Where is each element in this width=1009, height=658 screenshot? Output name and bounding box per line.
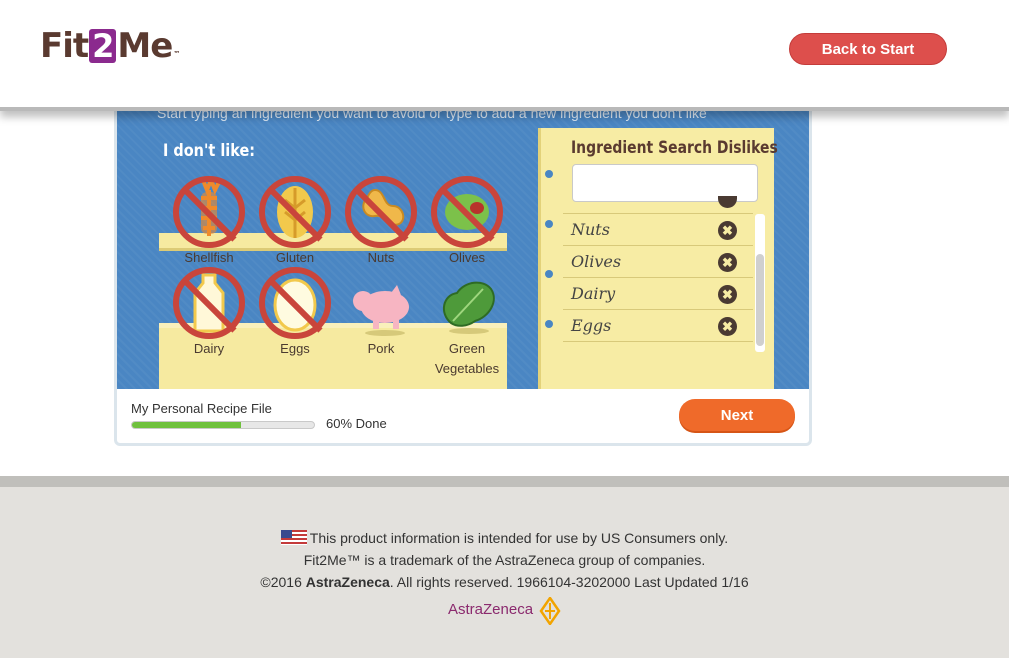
food-label: Dairy [193, 341, 225, 356]
food-green-vegetables[interactable]: Green Vegetables [427, 267, 507, 379]
remove-icon[interactable]: ✖ [718, 221, 737, 240]
progress-bar [131, 421, 315, 429]
food-label: Olives [448, 250, 486, 265]
progress-fill [132, 422, 242, 428]
notepad-title: Ingredient Search Dislikes [571, 138, 778, 158]
site-header: Fit 2 Me ™ Back to Start [0, 0, 1009, 111]
food-olives[interactable]: Olives [427, 176, 507, 268]
remove-icon[interactable]: ✖ [718, 285, 737, 304]
list-scrollbar[interactable] [755, 214, 765, 352]
dislikes-list: Nuts ✖ Olives ✖ Dairy ✖ Eggs ✖ [563, 214, 753, 342]
recipe-card: Start typing an ingredient you want to a… [114, 100, 812, 446]
logo-text-two: 2 [89, 29, 117, 63]
notepad-hole [545, 320, 553, 328]
logo-tm: ™ [173, 50, 180, 58]
pig-icon [353, 285, 409, 336]
greens-icon [442, 281, 495, 334]
food-shellfish[interactable]: Shellfish [169, 174, 249, 268]
copyright-brand: AstraZeneca [305, 574, 390, 590]
food-label: Gluten [275, 250, 315, 265]
notepad-hole [545, 170, 553, 178]
footer-us-notice: This product information is intended for… [0, 530, 1009, 546]
food-nuts[interactable]: Nuts [341, 176, 421, 268]
list-item-label: Nuts [571, 220, 610, 239]
list-item: Olives ✖ [563, 246, 753, 278]
food-label: Eggs [280, 341, 310, 356]
list-item: Eggs ✖ [563, 310, 753, 342]
site-footer: This product information is intended for… [0, 487, 1009, 658]
list-item-partial [563, 196, 753, 214]
copyright-suffix: . All rights reserved. 1966104-3202000 L… [389, 574, 749, 590]
no-sign-icon [173, 176, 245, 248]
remove-icon[interactable]: ✖ [718, 253, 737, 272]
back-to-start-button[interactable]: Back to Start [789, 33, 947, 65]
scrollbar-thumb[interactable] [756, 254, 764, 346]
fit2me-logo[interactable]: Fit 2 Me ™ [40, 26, 180, 66]
list-item: Dairy ✖ [563, 278, 753, 310]
food-gluten[interactable]: Gluten [255, 176, 335, 268]
remove-icon[interactable]: ✖ [718, 317, 737, 336]
progress-percent-text: 60% Done [326, 416, 387, 431]
notepad-hole [545, 220, 553, 228]
food-pork[interactable]: Pork [341, 267, 421, 359]
food-dairy[interactable]: Dairy [169, 267, 249, 359]
food-label: Shellfish [184, 250, 234, 265]
progress-label: My Personal Recipe File [131, 401, 272, 416]
no-sign-icon [259, 176, 331, 248]
logo-text-fit: Fit [40, 26, 89, 66]
footer-line-1: This product information is intended for… [309, 530, 729, 546]
us-flag-icon [280, 530, 307, 545]
no-sign-icon [345, 176, 417, 248]
copyright-prefix: ©2016 [260, 574, 306, 590]
food-label: Green Vegetables [434, 341, 500, 376]
footer-copyright: ©2016 AstraZeneca. All rights reserved. … [0, 574, 1009, 590]
food-label: Nuts [367, 250, 395, 265]
footer-line-2: Fit2Me™ is a trademark of the AstraZenec… [303, 552, 706, 568]
food-label: Pork [367, 341, 395, 356]
footer-divider [0, 476, 1009, 487]
remove-icon[interactable] [718, 196, 737, 208]
astrazeneca-logo[interactable]: AstraZeneca [448, 601, 533, 618]
logo-text-me: Me [117, 26, 173, 66]
list-item-label: Olives [571, 252, 622, 271]
dislikes-board: Start typing an ingredient you want to a… [117, 103, 809, 389]
list-item-label: Dairy [571, 284, 616, 303]
list-item-label: Eggs [571, 316, 612, 335]
food-eggs[interactable]: Eggs [255, 267, 335, 359]
dislike-title: I don't like: [163, 141, 256, 161]
astrazeneca-mark-icon [539, 597, 561, 625]
ingredient-dislikes-notepad: Ingredient Search Dislikes Nuts ✖ Olives… [538, 128, 778, 389]
notepad-hole [545, 270, 553, 278]
no-sign-icon [259, 267, 331, 339]
list-item: Nuts ✖ [563, 214, 753, 246]
no-sign-icon [431, 176, 503, 248]
next-button[interactable]: Next [679, 399, 795, 431]
no-sign-icon [173, 267, 245, 339]
